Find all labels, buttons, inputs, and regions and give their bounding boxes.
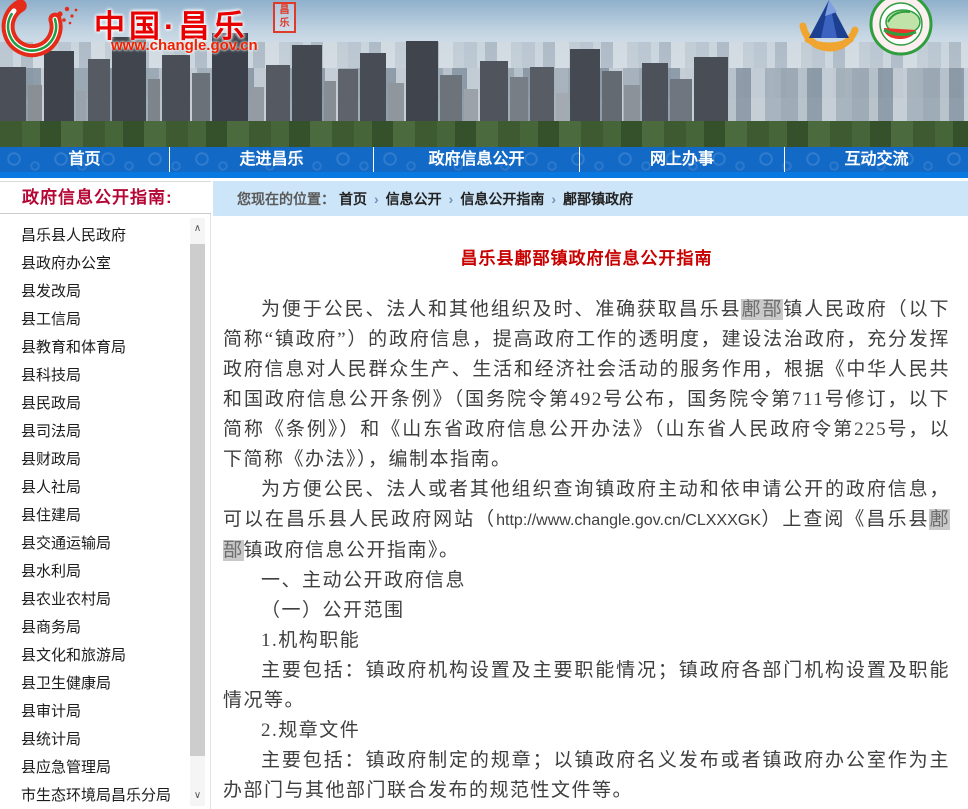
- breadcrumb-separator: ›: [374, 190, 379, 207]
- sidebar-item[interactable]: 县发改局: [0, 278, 210, 306]
- site-seal: 昌乐: [273, 2, 296, 33]
- nav-item-2[interactable]: 走进昌乐: [170, 147, 374, 172]
- sidebar-item[interactable]: 昌乐县人民政府: [0, 222, 210, 250]
- scroll-down-icon[interactable]: ∨: [190, 785, 205, 806]
- sidebar-item[interactable]: 县审计局: [0, 698, 210, 726]
- main-area: 您现在的位置： 首页 › 信息公开 › 信息公开指南 › 鄌郚镇政府 昌乐县鄌郚镇政府信息公…: [213, 181, 968, 809]
- main-nav: 首页 走进昌乐 政府信息公开 网上办事 互动交流: [0, 147, 968, 178]
- breadcrumb-links: 首页 › 信息公开 › 信息公开指南 › 鄌郚镇政府: [335, 189, 637, 209]
- breadcrumb-separator: ›: [448, 190, 454, 207]
- sidebar: 政府信息公开指南: 昌乐县人民政府 县政府办公室 县发改局 县工信局 县教育和体育局 县科…: [0, 181, 213, 809]
- page: 中国·昌乐 昌乐 www.changle.gov.cn 首页 走进昌乐 政府信息公开…: [0, 0, 968, 809]
- sidebar-list: 昌乐县人民政府 县政府办公室 县发改局 县工信局 县教育和体育局 县科技局 县民政局 县司法局…: [0, 214, 210, 809]
- body-paragraph: 一、主动公开政府信息: [261, 570, 467, 591]
- breadcrumb-link[interactable]: 信息公开指南: [460, 191, 544, 207]
- nav-item-3[interactable]: 政府信息公开: [374, 147, 580, 172]
- sidebar-listwrap: 昌乐县人民政府 县政府办公室 县发改局 县工信局 县教育和体育局 县科技局 县民政局 县司法局…: [0, 214, 211, 809]
- article-body: 为便于公民、法人和其他组织及时、准确获取昌乐县鄌郚镇人民政府（以下简称“镇政府”…: [223, 295, 950, 809]
- sidebar-item[interactable]: 县商务局: [0, 614, 210, 642]
- breadcrumb-label: 您现在的位置：: [237, 190, 335, 207]
- breadcrumb-link[interactable]: 信息公开: [386, 191, 442, 207]
- sidebar-item[interactable]: 县政府办公室: [0, 250, 210, 278]
- sidebar-item[interactable]: 县工信局: [0, 306, 210, 334]
- body-paragraph: 为便于公民、法人和其他组织及时、准确获取昌乐县鄌郚镇人民政府（以下简称“镇政府”…: [223, 299, 950, 470]
- sidebar-item[interactable]: 县卫生健康局: [0, 670, 210, 698]
- sidebar-item[interactable]: 县交通运输局: [0, 530, 210, 558]
- article: 昌乐县鄌郚镇政府信息公开指南 为便于公民、法人和其他组织及时、准确获取昌乐县鄌郚…: [213, 216, 968, 809]
- sidebar-item[interactable]: 县人社局: [0, 474, 210, 502]
- sidebar-item[interactable]: 县科技局: [0, 362, 210, 390]
- body-paragraph: 主要包括：镇政府机构设置及主要职能情况；镇政府各部门机构设置及职能情况等。: [223, 660, 950, 711]
- body-paragraph: 1.机构职能: [261, 630, 361, 651]
- highlighted-term: 鄌郚: [741, 299, 784, 320]
- sidebar-item[interactable]: 县住建局: [0, 502, 210, 530]
- breadcrumb-link[interactable]: 首页: [339, 191, 367, 207]
- nav-item-4[interactable]: 网上办事: [580, 147, 785, 172]
- changle-logo-icon: [1, 0, 78, 58]
- content-row: 政府信息公开指南: 昌乐县人民政府 县政府办公室 县发改局 县工信局 县教育和体育局 县科…: [0, 178, 968, 809]
- body-paragraph: 为方便公民、法人或者其他组织查询镇政府主动和依申请公开的政府信息，可以在昌乐县人…: [223, 479, 950, 561]
- sidebar-item[interactable]: 县应急管理局: [0, 754, 210, 782]
- scroll-up-icon[interactable]: ∧: [190, 218, 205, 239]
- sidebar-item[interactable]: 县司法局: [0, 418, 210, 446]
- sidebar-item[interactable]: 县农业农村局: [0, 586, 210, 614]
- sidebar-item[interactable]: 县教育和体育局: [0, 334, 210, 362]
- sidebar-item[interactable]: 县文化和旅游局: [0, 642, 210, 670]
- nav-item-1[interactable]: 首页: [0, 147, 170, 172]
- nav-item-5[interactable]: 互动交流: [785, 147, 968, 172]
- sidebar-item[interactable]: 县水利局: [0, 558, 210, 586]
- breadcrumb-link[interactable]: 鄌郚镇政府: [563, 191, 633, 207]
- sidebar-item[interactable]: 县财政局: [0, 446, 210, 474]
- watermelon-badge-icon: [869, 0, 933, 56]
- sidebar-item[interactable]: 县统计局: [0, 726, 210, 754]
- body-paragraph: （一）公开范围: [261, 600, 405, 621]
- site-url: www.changle.gov.cn: [111, 37, 258, 54]
- sidebar-scrollbar[interactable]: ∧ ∨: [190, 218, 205, 806]
- breadcrumb: 您现在的位置： 首页 › 信息公开 › 信息公开指南 › 鄌郚镇政府: [213, 181, 968, 216]
- scrollbar-thumb[interactable]: [190, 244, 205, 756]
- body-paragraph: 主要包括：镇政府制定的规章；以镇政府名义发布或者镇政府办公室作为主办部门与其他部…: [223, 750, 950, 801]
- tree-band: [0, 121, 968, 147]
- page-title: 昌乐县鄌郚镇政府信息公开指南: [460, 249, 713, 268]
- breadcrumb-separator: ›: [551, 190, 557, 207]
- sidebar-item[interactable]: 县民政局: [0, 390, 210, 418]
- sapphire-badge-icon: [799, 0, 859, 52]
- site-banner: 中国·昌乐 昌乐 www.changle.gov.cn: [0, 0, 968, 147]
- body-paragraph: 2.规章文件: [261, 720, 361, 741]
- sidebar-item[interactable]: 市生态环境局昌乐分局: [0, 782, 210, 809]
- inline-url: http://www.changle.gov.cn/CLXXXGK: [496, 512, 761, 529]
- sidebar-title: 政府信息公开指南:: [0, 181, 211, 214]
